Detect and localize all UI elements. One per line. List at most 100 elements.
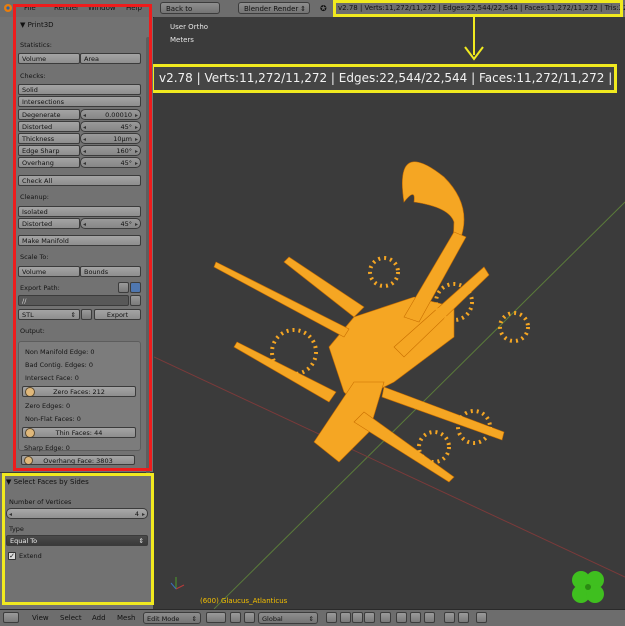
thickness-check-button[interactable]: Thickness — [18, 133, 80, 144]
cleanup-label: Cleanup: — [20, 193, 49, 201]
distorted-cleanup-button[interactable]: Distorted — [18, 218, 80, 229]
sharp-edge-output: Sharp Edge: 0 — [24, 444, 70, 452]
type-value: Equal To — [10, 537, 38, 545]
menu-file[interactable]: File — [24, 3, 36, 14]
back-to-previous-button[interactable]: Back to Previous — [160, 2, 220, 25]
non-flat-output: Non-Flat Faces: 0 — [25, 415, 81, 423]
layer-icon[interactable] — [326, 612, 337, 623]
num-vertices-label: Number of Vertices — [9, 498, 72, 506]
intersections-check-button[interactable]: Intersections — [18, 96, 141, 107]
checks-label: Checks: — [20, 72, 46, 80]
folder-icon[interactable] — [130, 295, 141, 306]
face-select-icon[interactable] — [364, 612, 375, 623]
type-label: Type — [9, 525, 24, 533]
thin-faces-select-button[interactable]: Thin Faces: 44 — [22, 427, 136, 438]
file-browser-icon[interactable] — [118, 282, 129, 293]
overhang-check-button[interactable]: Overhang — [18, 157, 80, 168]
collapse-triangle-icon: ▼ — [20, 21, 28, 29]
export-button[interactable]: Export — [94, 309, 141, 320]
occlude-geometry-icon[interactable] — [380, 612, 391, 623]
edge-sharp-value: 160° — [116, 147, 132, 155]
print3d-title: Print3D — [27, 21, 54, 29]
select-icon — [25, 428, 35, 437]
num-vertices-value: 4 — [134, 510, 139, 518]
dropdown-arrows-icon: ⇕ — [191, 615, 197, 623]
edge-sharp-field[interactable]: ◂ 160° ▸ — [80, 145, 141, 156]
thin-faces-label: Thin Faces: 44 — [55, 429, 103, 437]
menu-mesh[interactable]: Mesh — [117, 613, 135, 623]
check-all-button[interactable]: Check All — [18, 175, 141, 186]
isolated-button[interactable]: Isolated — [18, 206, 141, 217]
scale-bounds-button[interactable]: Bounds — [80, 266, 141, 277]
menu-help[interactable]: Help — [126, 3, 142, 14]
overhang-field[interactable]: ◂ 45° ▸ — [80, 157, 141, 168]
menu-render[interactable]: Render — [54, 3, 79, 14]
viewport-shading-icon[interactable] — [206, 612, 226, 623]
bad-contig-output: Bad Contig. Edges: 0 — [25, 361, 94, 369]
num-vertices-field[interactable]: ◂ 4 ▸ — [6, 508, 148, 519]
mode-value: Edit Mode — [147, 615, 180, 623]
active-object-label: (600) Glaucus_Atlanticus — [200, 597, 288, 605]
select-faces-header[interactable]: ▼ Select Faces by Sides — [6, 476, 89, 488]
collapse-triangle-icon: ▼ — [6, 478, 14, 486]
zero-faces-select-button[interactable]: Zero Faces: 212 — [22, 386, 136, 397]
edge-select-icon[interactable] — [352, 612, 363, 623]
intersect-output: Intersect Face: 0 — [25, 374, 79, 382]
menu-select[interactable]: Select — [60, 613, 82, 623]
blender-logo-icon[interactable] — [3, 3, 13, 14]
scale-volume-button[interactable]: Volume — [18, 266, 80, 277]
tool-shelf-scrollbar[interactable] — [146, 37, 150, 477]
statistics-label: Statistics: — [20, 41, 52, 49]
area-stat-button[interactable]: Area — [80, 53, 141, 64]
scale-to-label: Scale To: — [20, 253, 49, 261]
select-icon — [24, 456, 33, 464]
stats-callout: v2.78 | Verts:11,272/11,272 | Edges:22,5… — [151, 64, 617, 93]
zero-edges-output: Zero Edges: 0 — [25, 402, 71, 410]
extend-checkbox[interactable]: ✓ — [8, 552, 16, 560]
distorted-cleanup-field[interactable]: ◂ 45° ▸ — [80, 218, 141, 229]
editor-type-icon[interactable] — [3, 612, 19, 623]
manipulator-icon[interactable] — [244, 612, 255, 623]
export-format-select[interactable]: STL ⇕ — [18, 309, 80, 320]
view-name: User Ortho — [170, 23, 209, 31]
degenerate-check-button[interactable]: Degenerate — [18, 109, 80, 120]
degenerate-field[interactable]: ◂ 0.00010 ▸ — [80, 109, 141, 120]
save-disk-icon[interactable] — [130, 282, 141, 293]
thickness-field[interactable]: ◂ 10µm ▸ — [80, 133, 141, 144]
3d-viewport[interactable]: User Ortho Meters (600) Glaucus_Atlantic… — [154, 17, 625, 609]
edge-sharp-check-button[interactable]: Edge Sharp — [18, 145, 80, 156]
mode-select[interactable]: Edit Mode ⇕ — [143, 612, 201, 624]
print3d-header[interactable]: ▼ Print3D — [20, 19, 54, 31]
export-path-label: Export Path: — [20, 284, 60, 292]
overhang-face-select-button[interactable]: Overhang Face: 3803 — [21, 455, 135, 465]
snap-target-icon[interactable] — [424, 612, 435, 623]
operator-panel: ▼ Select Faces by Sides Number of Vertic… — [0, 473, 153, 609]
vertex-select-icon[interactable] — [340, 612, 351, 623]
type-select[interactable]: Equal To ⇕ — [6, 535, 148, 546]
distorted-field[interactable]: ◂ 45° ▸ — [80, 121, 141, 132]
render-engine-label: Blender Render — [244, 5, 299, 13]
pivot-point-icon[interactable] — [230, 612, 241, 623]
solid-check-button[interactable]: Solid — [18, 84, 141, 95]
orientation-select[interactable]: Global ⇕ — [258, 612, 318, 624]
volume-stat-button[interactable]: Volume — [18, 53, 80, 64]
select-faces-title: Select Faces by Sides — [13, 478, 89, 486]
output-label: Output: — [20, 327, 45, 335]
snap-icon[interactable] — [410, 612, 421, 623]
thickness-value: 10µm — [113, 135, 132, 143]
output-box: Non Manifold Edge: 0 Bad Contig. Edges: … — [18, 341, 141, 451]
render-animation-icon[interactable] — [458, 612, 469, 623]
menu-add[interactable]: Add — [92, 613, 106, 623]
make-manifold-button[interactable]: Make Manifold — [18, 235, 141, 246]
render-icon[interactable]: ✪ — [320, 3, 327, 14]
scene-stats: v2.78 | Verts:11,272/11,272 | Edges:22,5… — [338, 4, 625, 12]
export-path-input[interactable]: // — [18, 295, 129, 306]
global-layers-icon[interactable] — [476, 612, 487, 623]
export-icon[interactable] — [81, 309, 92, 320]
render-preview-icon[interactable] — [444, 612, 455, 623]
proportional-edit-icon[interactable] — [396, 612, 407, 623]
menu-window[interactable]: Window — [88, 3, 116, 14]
menu-view[interactable]: View — [32, 613, 49, 623]
distorted-check-button[interactable]: Distorted — [18, 121, 80, 132]
render-engine-select[interactable]: Blender Render ⇕ — [238, 2, 310, 14]
